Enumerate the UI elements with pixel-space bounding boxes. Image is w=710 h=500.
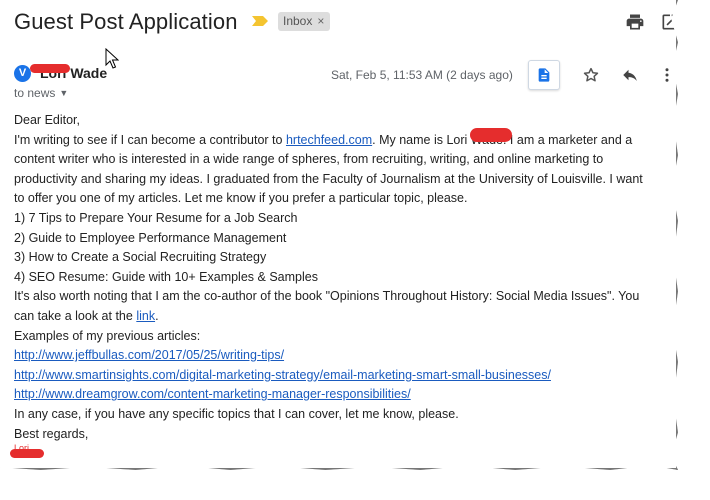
greeting: Dear Editor, (14, 113, 81, 127)
body-line: productivity and sharing my ideas. I gra… (14, 171, 643, 186)
closing-line: Best regards, (14, 426, 89, 441)
body-line: to offer you one of my articles. Let me … (14, 191, 468, 206)
examples-intro: Examples of my previous articles: (14, 328, 201, 343)
signature: Lori (14, 443, 664, 453)
body-text: . (155, 308, 159, 323)
redaction-mark-signature (10, 449, 44, 458)
body-line: can take a look at the link. (14, 307, 664, 327)
reply-icon[interactable] (621, 66, 639, 84)
recipient-dropdown-icon[interactable]: ▼ (59, 88, 68, 98)
star-icon[interactable] (582, 66, 600, 84)
print-icon[interactable] (625, 12, 645, 32)
attachment-doc-button[interactable] (528, 60, 560, 90)
article-link[interactable]: http://www.jeffbullas.com/2017/05/25/wri… (14, 348, 284, 362)
topic-item: 4) SEO Resume: Guide with 10+ Examples &… (14, 269, 318, 284)
topic-item: 3) How to Create a Social Recruiting Str… (14, 250, 267, 265)
mouse-pointer-icon (105, 48, 119, 69)
remove-label-icon[interactable]: × (317, 14, 324, 28)
site-link[interactable]: hrtechfeed.com (286, 133, 372, 147)
body-text: can take a look at the (14, 308, 137, 323)
redaction-mark-name (470, 128, 512, 142)
inbox-label-chip[interactable]: Inbox × (278, 12, 331, 31)
email-date: Sat, Feb 5, 11:53 AM (2 days ago) (331, 68, 513, 82)
body-line: It's also worth noting that I am the co-… (14, 289, 640, 304)
sender-avatar[interactable]: V (14, 65, 31, 82)
body-line: I'm writing to see if I can become a con… (14, 131, 664, 151)
email-view: Guest Post Application Inbox × V Lori Wad… (0, 0, 678, 470)
topic-item: 2) Guide to Employee Performance Managem… (14, 230, 287, 245)
body-text: I'm writing to see if I can become a con… (14, 132, 286, 147)
topic-item: 1) 7 Tips to Prepare Your Resume for a J… (14, 210, 298, 225)
important-marker-icon[interactable] (252, 16, 268, 26)
redaction-mark-sender (30, 64, 70, 73)
book-link[interactable]: link (136, 309, 155, 323)
more-options-icon[interactable] (663, 66, 671, 84)
article-link[interactable]: http://www.smartinsights.com/digital-mar… (14, 368, 551, 382)
recipient-text: to news (14, 86, 56, 100)
open-in-new-window-icon[interactable] (660, 12, 680, 32)
email-subject: Guest Post Application (14, 9, 238, 34)
document-icon (538, 68, 550, 82)
closing-line: In any case, if you have any specific to… (14, 406, 459, 421)
recipient-line[interactable]: to news ▼ (14, 86, 68, 100)
body-line: content writer who is interested in a wi… (14, 152, 604, 167)
email-body: Dear Editor, I'm writing to see if I can… (14, 111, 664, 453)
label-text: Inbox (283, 14, 313, 28)
article-link[interactable]: http://www.dreamgrow.com/content-marketi… (14, 387, 411, 401)
